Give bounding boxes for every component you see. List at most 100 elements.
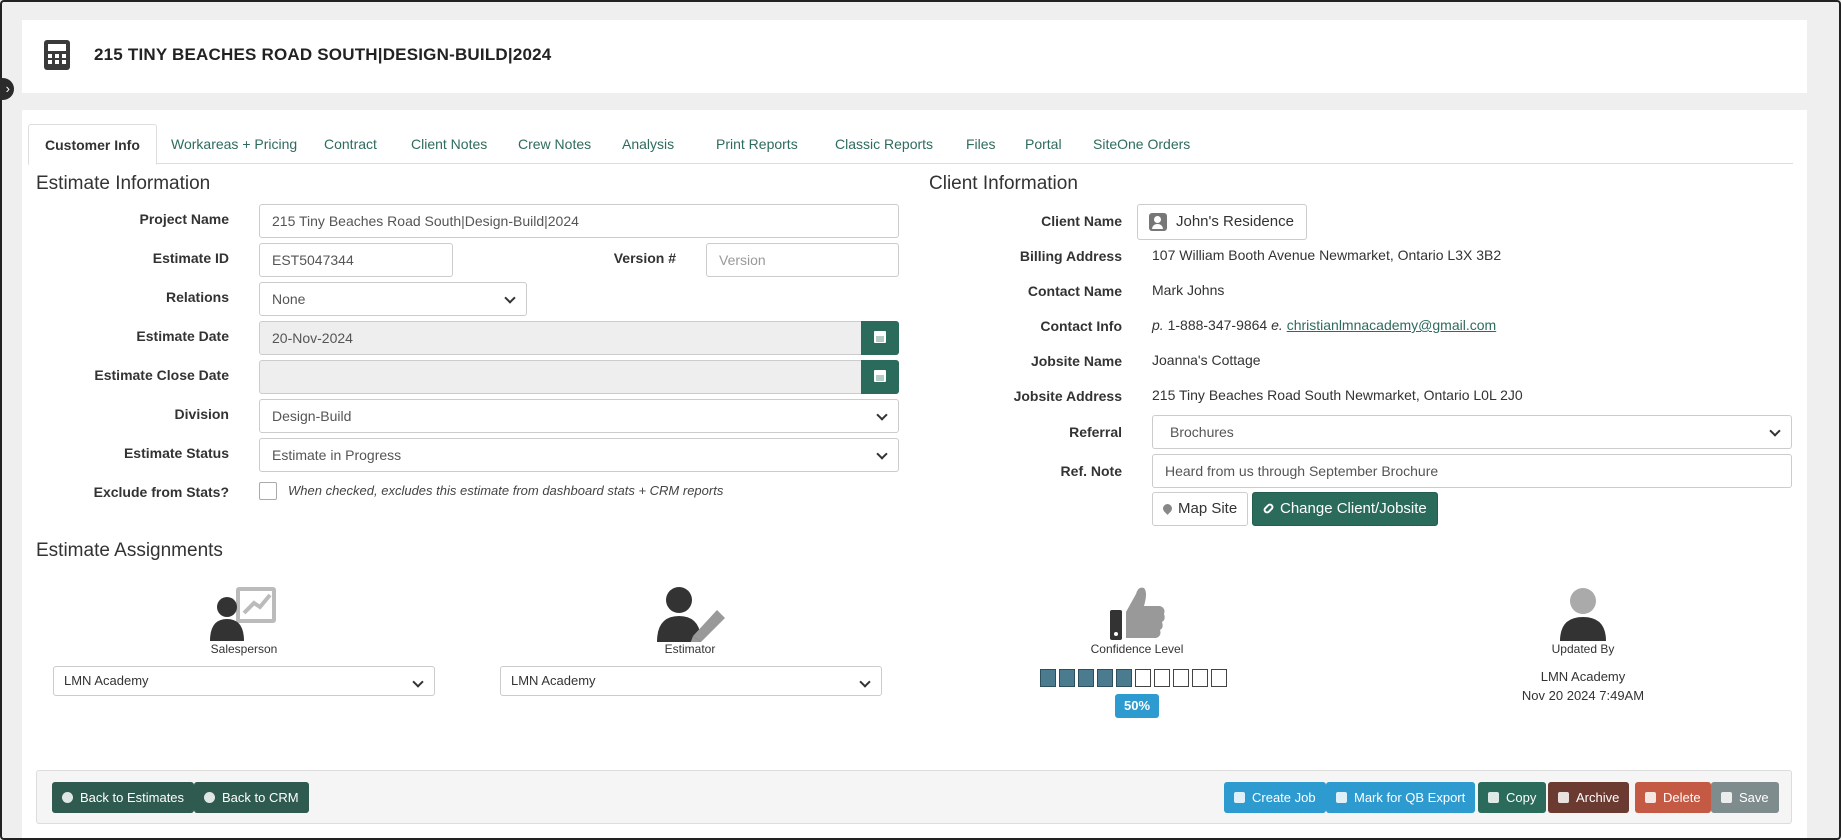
close-date-calendar-button[interactable]	[861, 360, 899, 394]
client-info-title: Client Information	[929, 173, 1078, 194]
file-export-icon	[1234, 792, 1245, 803]
division-select[interactable]: Design-Build	[259, 399, 899, 433]
create-job-button[interactable]: Create Job	[1224, 782, 1326, 813]
estimate-id-input[interactable]: EST5047344	[259, 243, 453, 277]
save-button[interactable]: Save	[1711, 782, 1779, 813]
tab-files[interactable]: Files	[950, 124, 1012, 165]
updated-by-value: LMN Academy	[1540, 669, 1626, 684]
client-name-value: John's Residence	[1176, 213, 1294, 230]
calculator-icon	[44, 40, 70, 70]
sidebar-toggle-icon[interactable]: ›	[0, 78, 14, 100]
tab-analysis[interactable]: Analysis	[606, 124, 690, 165]
save-label: Save	[1739, 790, 1769, 805]
tab-crew-notes[interactable]: Crew Notes	[502, 124, 607, 165]
email-link[interactable]: christianlmnacademy@gmail.com	[1287, 317, 1497, 333]
ref-note-input[interactable]: Heard from us through September Brochure	[1152, 454, 1792, 488]
tab-customer-info[interactable]: Customer Info	[28, 124, 157, 165]
delete-button[interactable]: Delete	[1635, 782, 1711, 813]
sign-in-icon	[1336, 792, 1347, 803]
calendar-icon	[874, 370, 886, 382]
mark-qb-export-button[interactable]: Mark for QB Export	[1326, 782, 1476, 813]
confidence-box[interactable]	[1059, 669, 1075, 687]
jobsite-address-label: Jobsite Address	[1013, 388, 1122, 404]
confidence-box[interactable]	[1173, 669, 1189, 687]
tab-contract[interactable]: Contract	[308, 124, 393, 165]
change-client-jobsite-button[interactable]: Change Client/Jobsite	[1252, 492, 1438, 526]
map-pin-icon	[1161, 502, 1174, 515]
back-to-crm-label: Back to CRM	[222, 790, 299, 805]
salesperson-icon	[210, 587, 276, 641]
salesperson-label: Salesperson	[210, 642, 278, 656]
exclude-stats-checkbox[interactable]	[259, 482, 277, 500]
back-to-estimates-label: Back to Estimates	[80, 790, 185, 805]
estimate-info-title: Estimate Information	[36, 173, 211, 194]
estimate-status-select[interactable]: Estimate in Progress	[259, 438, 899, 472]
back-to-estimates-button[interactable]: Back to Estimates	[52, 782, 195, 813]
phone-prefix: p.	[1152, 317, 1164, 333]
estimate-date-label: Estimate Date	[136, 328, 229, 344]
email-prefix: e.	[1271, 317, 1283, 333]
updated-by-label: Updated By	[1551, 642, 1615, 656]
referral-select[interactable]: Brochures	[1152, 415, 1792, 449]
relations-select[interactable]: None	[259, 282, 527, 316]
confidence-box[interactable]	[1116, 669, 1132, 687]
tab-workareas-pricing[interactable]: Workareas + Pricing	[155, 124, 313, 165]
billing-address-label: Billing Address	[1019, 248, 1122, 264]
confidence-badge: 50%	[1115, 694, 1159, 718]
back-arrow-icon	[204, 792, 215, 803]
archive-icon	[1558, 792, 1569, 803]
estimator-label: Estimator	[664, 642, 716, 656]
confidence-box[interactable]	[1097, 669, 1113, 687]
estimator-select[interactable]: LMN Academy	[500, 666, 882, 696]
copy-icon	[1488, 792, 1499, 803]
trash-icon	[1645, 792, 1656, 803]
contact-info-value: p. 1-888-347-9864 e. christianlmnacademy…	[1152, 317, 1496, 333]
create-job-label: Create Job	[1252, 790, 1316, 805]
copy-button[interactable]: Copy	[1478, 782, 1547, 813]
map-site-button[interactable]: Map Site	[1152, 492, 1249, 526]
archive-label: Archive	[1576, 790, 1620, 805]
page-title: 215 TINY BEACHES ROAD SOUTH|DESIGN-BUILD…	[94, 45, 552, 64]
tab-classic-reports[interactable]: Classic Reports	[819, 124, 949, 165]
link-icon	[1262, 502, 1275, 515]
jobsite-address-value: 215 Tiny Beaches Road South Newmarket, O…	[1152, 387, 1523, 403]
estimate-assignments-title: Estimate Assignments	[36, 540, 223, 561]
ref-note-label: Ref. Note	[1060, 463, 1122, 479]
confidence-box[interactable]	[1078, 669, 1094, 687]
confidence-box[interactable]	[1192, 669, 1208, 687]
client-name-label: Client Name	[1041, 213, 1122, 229]
project-name-input[interactable]: 215 Tiny Beaches Road South|Design-Build…	[259, 204, 899, 238]
exclude-stats-hint: When checked, excludes this estimate fro…	[288, 483, 724, 498]
confidence-box[interactable]	[1154, 669, 1170, 687]
confidence-box[interactable]	[1135, 669, 1151, 687]
client-name-button[interactable]: John's Residence	[1137, 204, 1307, 240]
back-to-crm-button[interactable]: Back to CRM	[194, 782, 309, 813]
confidence-box[interactable]	[1211, 669, 1227, 687]
tab-client-notes[interactable]: Client Notes	[395, 124, 503, 165]
confidence-box[interactable]	[1040, 669, 1056, 687]
close-date-input[interactable]	[259, 360, 862, 394]
archive-button[interactable]: Archive	[1548, 782, 1630, 813]
estimate-id-label: Estimate ID	[152, 250, 229, 266]
tab-siteone-orders[interactable]: SiteOne Orders	[1077, 124, 1206, 165]
version-input[interactable]: Version	[706, 243, 899, 277]
page-header: 215 TINY BEACHES ROAD SOUTH|DESIGN-BUILD…	[22, 20, 1807, 93]
calendar-icon	[874, 331, 886, 343]
tab-print-reports[interactable]: Print Reports	[700, 124, 814, 165]
tab-bar: Customer Info Workareas + Pricing Contra…	[28, 124, 1793, 165]
back-arrow-icon	[62, 792, 73, 803]
referral-label: Referral	[1069, 424, 1122, 440]
contact-card-icon	[1149, 213, 1167, 231]
tab-portal[interactable]: Portal	[1009, 124, 1078, 165]
map-site-label: Map Site	[1178, 500, 1238, 517]
salesperson-select[interactable]: LMN Academy	[53, 666, 435, 696]
confidence-label: Confidence Level	[1090, 642, 1184, 656]
billing-address-value: 107 William Booth Avenue Newmarket, Onta…	[1152, 247, 1502, 263]
estimate-status-label: Estimate Status	[123, 445, 229, 461]
change-client-label: Change Client/Jobsite	[1280, 500, 1427, 517]
version-label: Version #	[613, 250, 676, 266]
estimate-date-calendar-button[interactable]	[861, 321, 899, 355]
division-label: Division	[174, 406, 229, 422]
estimate-date-input[interactable]: 20-Nov-2024	[259, 321, 862, 355]
updated-at-value: Nov 20 2024 7:49AM	[1521, 688, 1645, 703]
